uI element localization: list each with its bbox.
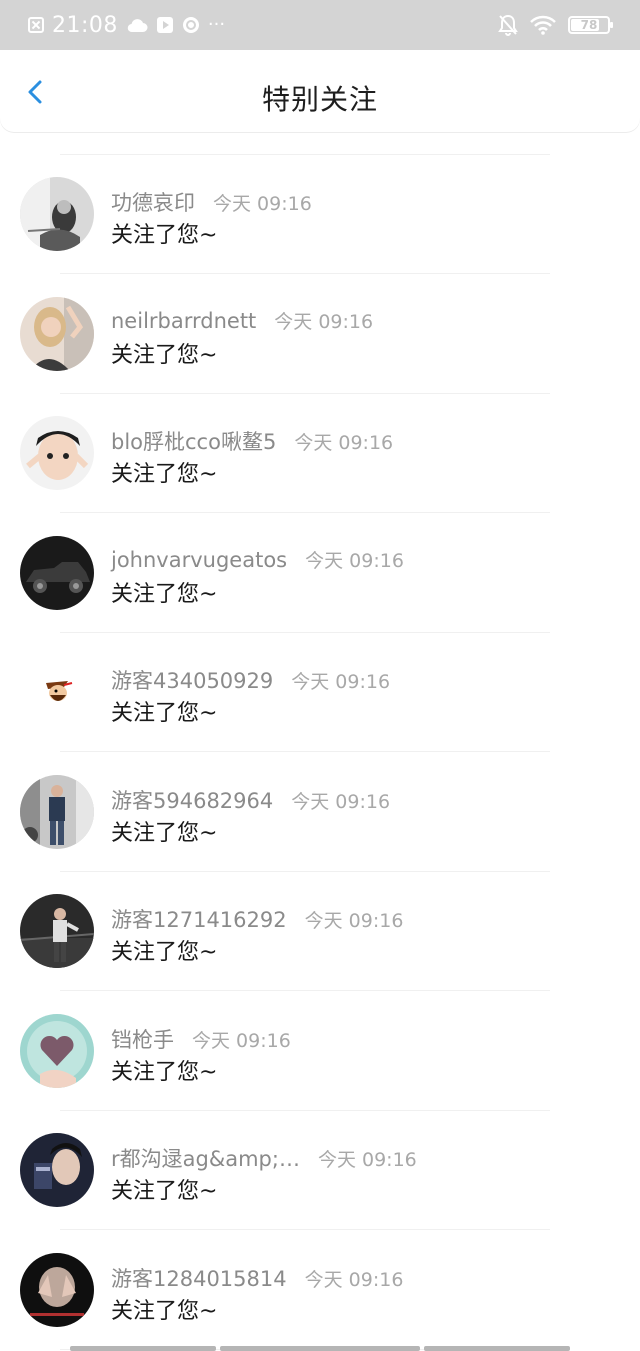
list-item[interactable]: johnvarvugeatos 今天 09:16 关注了您~ [0, 514, 640, 633]
name-line: 游客594682964 今天 09:16 [111, 785, 390, 815]
notification-blocked-icon [28, 17, 44, 33]
cloud-icon [127, 19, 148, 33]
list-item[interactable]: blo脬枇cco啾鳌5 今天 09:16 关注了您~ [0, 394, 640, 513]
list-item[interactable]: neilrbarrdnett 今天 09:16 关注了您~ [0, 275, 640, 394]
list-item[interactable]: 功德哀印 今天 09:16 关注了您~ [0, 155, 640, 274]
username[interactable]: 功德哀印 [111, 187, 195, 217]
timestamp: 今天 09:16 [304, 1268, 404, 1291]
status-time: 21:08 [52, 12, 118, 38]
avatar-image [20, 416, 94, 490]
username[interactable]: 游客1271416292 [111, 904, 287, 934]
battery-level-text: 78 [580, 18, 598, 32]
timestamp: 今天 09:16 [192, 1029, 291, 1052]
avatar-woman-bw[interactable] [20, 177, 94, 251]
avatar-man-night[interactable] [20, 894, 94, 968]
name-line: blo脬枇cco啾鳌5 今天 09:16 [111, 426, 393, 456]
name-line: r都沟逯ag&amp;… 今天 09:16 [111, 1143, 417, 1173]
status-bar-right: 78 [498, 13, 613, 37]
nav-header: 特别关注 [0, 50, 640, 132]
username[interactable]: 游客1284015814 [111, 1263, 287, 1293]
avatar-boy[interactable] [20, 416, 94, 490]
special-follow-screen: 21:08 ··· 78 特别关注 功德哀印 今天 09:16 关注了您~ ne… [0, 0, 640, 1351]
username[interactable]: johnvarvugeatos [111, 548, 287, 572]
avatar-image [20, 894, 94, 968]
list-item[interactable]: 游客594682964 今天 09:16 关注了您~ [0, 753, 640, 872]
timestamp: 今天 09:16 [291, 671, 391, 693]
avatar-man-street[interactable] [20, 774, 94, 849]
action-text: 关注了您~ [111, 820, 218, 846]
avatar-image [20, 535, 94, 610]
avatar-image [20, 1252, 94, 1327]
name-line: 游客434050929 今天 09:16 [111, 665, 390, 695]
timestamp: 今天 09:16 [304, 910, 404, 932]
more-dots-icon: ··· [207, 14, 226, 35]
username[interactable]: r都沟逯ag&amp;… [111, 1143, 300, 1173]
avatar-image [20, 296, 94, 371]
action-text: 关注了您~ [111, 1298, 218, 1324]
avatar-woman-blonde[interactable] [20, 296, 94, 371]
avatar-image [20, 774, 94, 849]
action-text: 关注了您~ [111, 462, 218, 487]
battery-icon: 78 [568, 16, 613, 34]
bottom-indicator-2 [220, 1346, 420, 1351]
action-text: 关注了您~ [111, 342, 218, 368]
name-line: 功德哀印 今天 09:16 [111, 187, 312, 217]
action-text: 关注了您~ [111, 1179, 218, 1204]
list-item[interactable]: 铛枪手 今天 09:16 关注了您~ [0, 992, 640, 1111]
avatar-image [20, 1013, 94, 1088]
page-title: 特别关注 [261, 83, 378, 116]
action-text: 关注了您~ [111, 940, 218, 965]
status-bar-left: 21:08 ··· [28, 10, 225, 40]
timestamp: 今天 09:16 [213, 193, 312, 215]
username[interactable]: neilrbarrdnett [111, 309, 256, 333]
avatar-image [20, 1133, 94, 1207]
video-icon [156, 17, 173, 33]
timestamp: 今天 09:16 [305, 549, 404, 572]
timestamp: 今天 09:16 [317, 1149, 417, 1171]
list-item[interactable]: r都沟逯ag&amp;… 今天 09:16 关注了您~ [0, 1111, 640, 1230]
username[interactable]: 游客434050929 [111, 665, 273, 695]
name-line: 铛枪手 今天 09:16 [111, 1024, 291, 1054]
avatar-man-card[interactable] [20, 1133, 94, 1207]
avatar-vintage-car[interactable] [20, 535, 94, 610]
name-line: 游客1271416292 今天 09:16 [111, 904, 403, 934]
avatar-heart-hand[interactable] [20, 1013, 94, 1088]
list-item[interactable]: 游客1284015814 今天 09:16 关注了您~ [0, 1231, 640, 1350]
username[interactable]: 游客594682964 [111, 785, 273, 815]
bottom-indicator-3 [424, 1346, 570, 1351]
action-text: 关注了您~ [111, 581, 218, 607]
avatar-hands-face[interactable] [20, 1252, 94, 1327]
action-text: 关注了您~ [111, 701, 218, 726]
avatar-image [20, 655, 94, 729]
timestamp: 今天 09:16 [294, 432, 394, 454]
action-text: 关注了您~ [111, 1059, 218, 1085]
username[interactable]: blo脬枇cco啾鳌5 [111, 426, 276, 456]
name-line: johnvarvugeatos 今天 09:16 [111, 546, 404, 573]
app-icon [182, 17, 199, 33]
status-bar: 21:08 ··· 78 [0, 0, 640, 50]
mute-bell-icon [498, 14, 518, 36]
avatar-image [20, 177, 94, 251]
action-text: 关注了您~ [111, 223, 218, 248]
name-line: 游客1284015814 今天 09:16 [111, 1263, 403, 1293]
timestamp: 今天 09:16 [291, 790, 391, 813]
timestamp: 今天 09:16 [274, 310, 374, 333]
bottom-indicator-1 [70, 1346, 216, 1351]
name-line: neilrbarrdnett 今天 09:16 [111, 307, 373, 334]
list-item[interactable]: 游客1271416292 今天 09:16 关注了您~ [0, 872, 640, 991]
username[interactable]: 铛枪手 [111, 1024, 174, 1054]
avatar-cartoon-pirate[interactable] [20, 655, 94, 729]
list-item[interactable]: 游客434050929 今天 09:16 关注了您~ [0, 633, 640, 752]
wifi-icon [530, 15, 556, 35]
